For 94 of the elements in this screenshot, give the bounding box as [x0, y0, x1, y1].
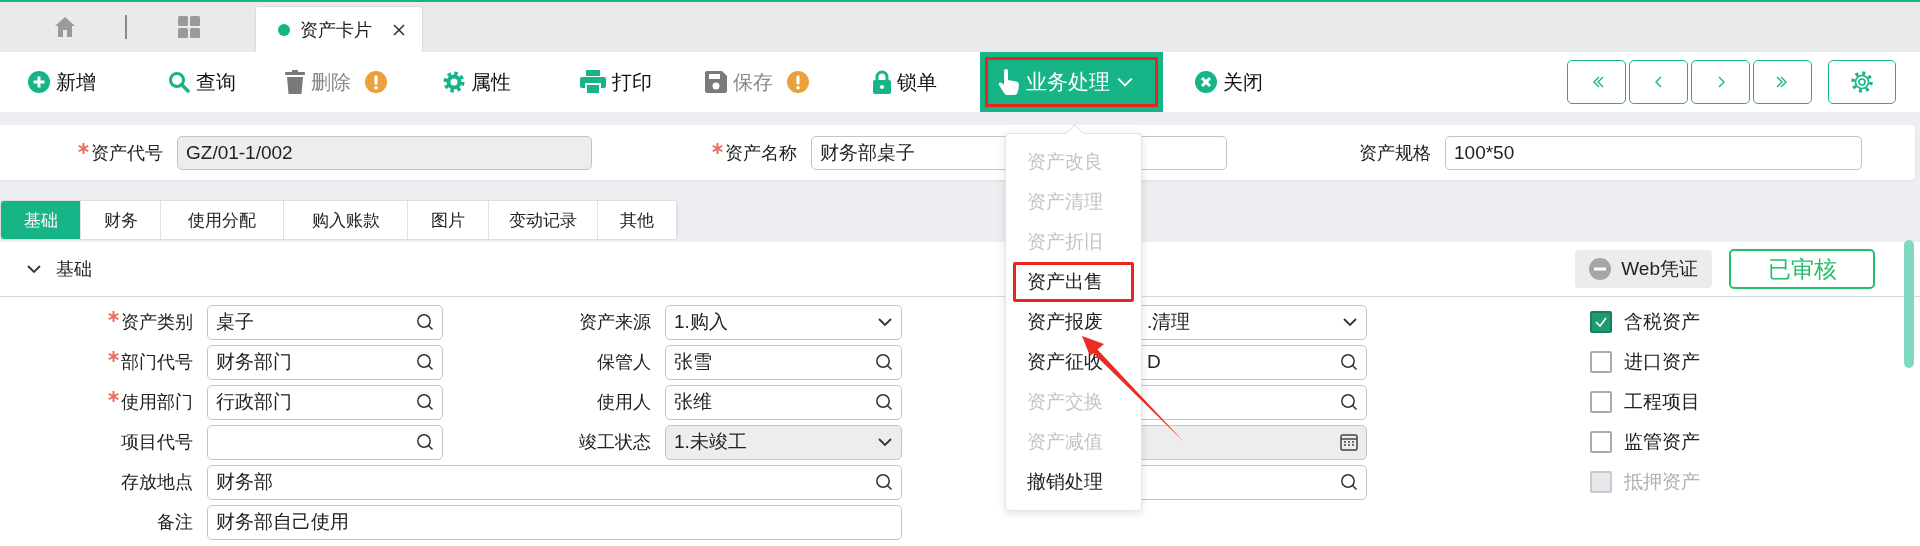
form-tab[interactable]: 购入账款 [284, 201, 408, 239]
search-icon [416, 313, 434, 331]
input-field[interactable]: GZ/01-1/002 [177, 135, 592, 170]
field-label: 资产规格 [1359, 141, 1431, 165]
grid-icon [177, 15, 201, 39]
menu-item[interactable]: 撤销处理 [1013, 462, 1134, 502]
required-icon [712, 142, 723, 154]
close-tab-button[interactable] [392, 22, 406, 37]
search-field[interactable]: 张维 [665, 384, 902, 420]
search-icon [875, 393, 893, 411]
dropdown-field[interactable]: 1.未竣工 [665, 424, 902, 460]
search-icon [416, 433, 434, 451]
checkbox-label: 含税资产 [1624, 310, 1700, 334]
field-label: 项目代号 [121, 431, 193, 454]
search-icon [1340, 393, 1358, 411]
checkbox-label: 抵押资产 [1624, 470, 1700, 494]
settings-icon [1850, 70, 1874, 94]
search-field[interactable]: 桌子 [207, 304, 443, 340]
warning-icon [787, 71, 809, 93]
search-field[interactable]: 财务部 [207, 464, 902, 500]
field-label: 资产类别 [121, 311, 193, 334]
close-circle-icon [1195, 71, 1217, 93]
search-icon [168, 71, 190, 93]
printer-icon [580, 70, 606, 94]
search-icon [1340, 473, 1358, 491]
field-label: 使用部门 [121, 391, 193, 414]
checkbox[interactable] [1590, 431, 1612, 453]
search-field[interactable] [207, 424, 443, 460]
toolbar-button[interactable]: 新增 [28, 64, 96, 100]
checkbox-label: 工程项目 [1624, 390, 1700, 414]
checkbox-label: 监管资产 [1624, 430, 1700, 454]
field-label: 资产来源 [579, 311, 651, 334]
search-icon [416, 353, 434, 371]
settings-button[interactable] [1828, 60, 1896, 104]
field-label: 备注 [157, 511, 193, 534]
check-icon [1594, 315, 1608, 329]
required-icon [78, 142, 89, 154]
menu-item[interactable]: 资产出售 [1013, 262, 1134, 302]
status-dot-icon [278, 23, 290, 36]
checkbox[interactable] [1590, 391, 1612, 413]
gear-icon [443, 71, 465, 93]
previous-record-button[interactable] [1629, 60, 1688, 104]
home-icon [53, 15, 77, 39]
checkbox-label: 进口资产 [1624, 350, 1700, 374]
dropdown-field[interactable]: 1.购入 [665, 304, 902, 340]
first-record-button[interactable] [1567, 60, 1626, 104]
search-field[interactable]: 张雪 [665, 344, 902, 380]
minus-circle-icon [1589, 258, 1612, 280]
required-icon [108, 351, 119, 362]
document-tab[interactable]: 资产卡片 [255, 6, 423, 52]
field-label: 部门代号 [121, 351, 193, 374]
field-label: 资产代号 [91, 141, 163, 165]
field-label: 使用人 [597, 391, 651, 414]
input-field[interactable]: 100*50 [1445, 135, 1862, 170]
home-button[interactable] [53, 15, 77, 39]
scrollbar-thumb[interactable] [1904, 240, 1914, 368]
lock-icon [873, 70, 891, 94]
search-field[interactable]: 财务部门 [207, 344, 443, 380]
apps-button[interactable] [177, 15, 201, 39]
close-icon [392, 22, 406, 37]
toolbar-button[interactable]: 查询 [168, 64, 236, 100]
pointing-hand-icon [998, 69, 1020, 95]
form-tab[interactable]: 图片 [408, 201, 489, 239]
form-tab[interactable]: 其他 [598, 201, 677, 239]
toolbar-button[interactable]: 关闭 [1195, 64, 1263, 100]
last-record-button[interactable] [1753, 60, 1812, 104]
field-label: 存放地点 [121, 471, 193, 494]
form-tab[interactable]: 财务 [81, 201, 161, 239]
search-icon [875, 473, 893, 491]
form-tab[interactable]: 使用分配 [161, 201, 284, 239]
form-tab[interactable]: 变动记录 [489, 201, 598, 239]
toolbar-button[interactable]: 属性 [443, 64, 511, 100]
next-record-button[interactable] [1691, 60, 1750, 104]
toolbar-button[interactable]: 锁单 [873, 64, 937, 100]
approval-stamp: 已审核 [1729, 249, 1875, 289]
toolbar-button[interactable]: 打印 [580, 64, 652, 100]
search-icon [1340, 353, 1358, 371]
field-label: 竣工状态 [579, 431, 651, 454]
required-icon [108, 391, 119, 402]
input-field[interactable]: 财务部自己使用 [207, 504, 902, 540]
checkbox[interactable] [1590, 351, 1612, 373]
required-icon [108, 311, 119, 322]
voucher-button[interactable]: Web凭证 [1575, 250, 1712, 288]
warning-icon [365, 71, 387, 93]
field-label: 资产名称 [725, 141, 797, 165]
checkbox[interactable] [1590, 311, 1612, 333]
trash-icon [285, 70, 305, 94]
search-icon [416, 393, 434, 411]
search-field[interactable]: 行政部门 [207, 384, 443, 420]
search-icon [875, 353, 893, 371]
plus-circle-icon [28, 71, 50, 93]
section-title: 基础 [56, 258, 92, 281]
calendar-icon [1340, 433, 1358, 451]
field-label: 保管人 [597, 351, 651, 374]
